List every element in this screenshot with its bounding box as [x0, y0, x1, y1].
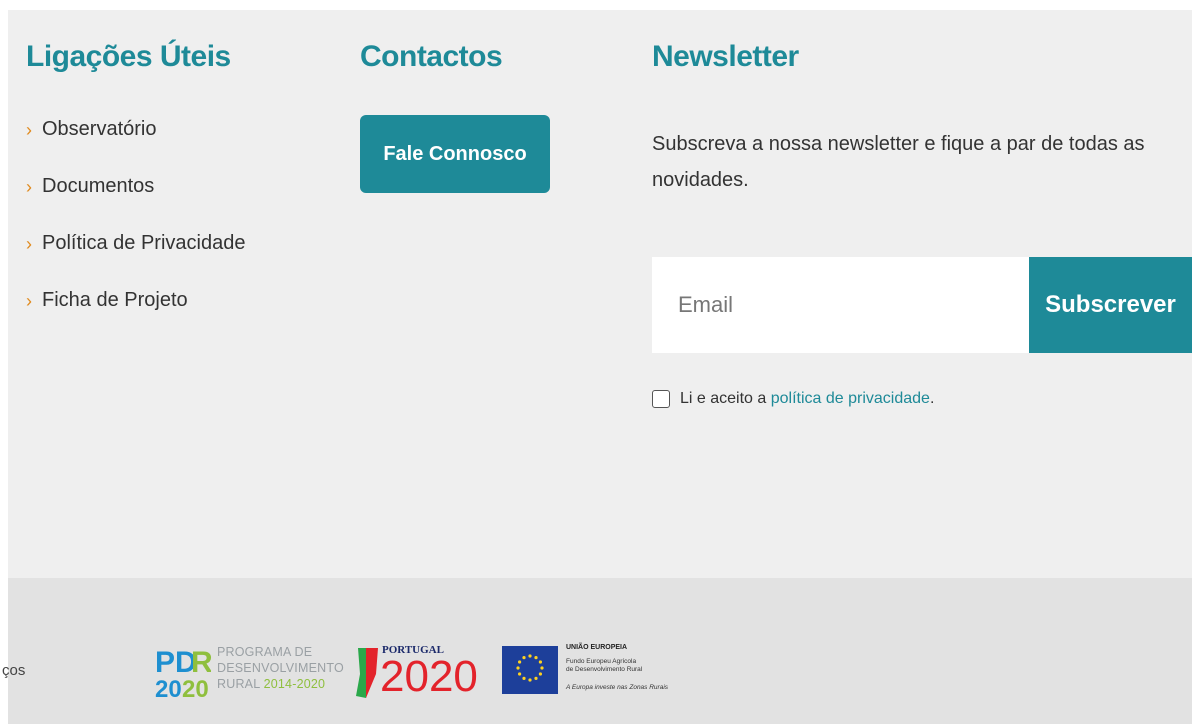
chevron-right-icon: ›: [26, 234, 32, 254]
eu-logo: UNIÃO EUROPEIA Fundo Europeu Agrícola de…: [502, 644, 692, 702]
chevron-right-icon: ›: [26, 120, 32, 140]
pdr-line3: RURAL 2014-2020: [217, 676, 344, 692]
svg-text:20: 20: [155, 676, 182, 702]
useful-links-title: Ligações Úteis: [26, 40, 231, 73]
chevron-right-icon: ›: [26, 177, 32, 197]
privacy-consent-checkbox[interactable]: [652, 390, 670, 408]
newsletter-title: Newsletter: [652, 40, 799, 73]
pdr-rural: RURAL: [217, 677, 264, 691]
link-politica-privacidade[interactable]: Política de Privacidade: [42, 232, 245, 255]
pdr-years: 2014-2020: [263, 677, 326, 691]
pdr2020-mark-icon: PD R 20 20: [155, 646, 211, 702]
svg-text:R: R: [191, 646, 211, 679]
portugal-flag-icon: [356, 648, 378, 698]
link-observatorio[interactable]: Observatório: [42, 118, 157, 141]
eu-flag-icon: [502, 646, 558, 694]
newsletter-description: Subscreva a nossa newsletter e fique a p…: [652, 133, 1145, 191]
contacts-title: Contactos: [360, 40, 503, 73]
link-documentos[interactable]: Documentos: [42, 175, 154, 198]
link-ficha-projeto[interactable]: Ficha de Projeto: [42, 289, 188, 312]
privacy-consent: Li e aceito a política de privacidade .: [652, 390, 934, 408]
contact-us-button[interactable]: Fale Connosco: [360, 115, 550, 193]
useful-links-list: › Observatório › Documentos › Política d…: [26, 118, 245, 346]
privacy-policy-link[interactable]: política de privacidade: [771, 390, 930, 408]
email-input[interactable]: [652, 257, 1029, 353]
pdr2020-logo: PD R 20 20 PROGRAMA DE DESENVOLVIMENTO R…: [155, 642, 344, 702]
bottom-partial-text: ços: [2, 662, 26, 679]
list-item: › Política de Privacidade: [26, 232, 245, 289]
portugal-year: 2020: [380, 652, 478, 701]
pdr-line1: PROGRAMA DE: [217, 645, 313, 659]
eu-line1: Fundo Europeu Agrícola: [566, 658, 637, 665]
list-item: › Observatório: [26, 118, 245, 175]
eu-title: UNIÃO EUROPEIA: [566, 644, 628, 651]
pdr-line2: DESENVOLVIMENTO: [217, 661, 344, 675]
subscribe-button[interactable]: Subscrever: [1029, 257, 1192, 353]
svg-text:20: 20: [182, 676, 209, 702]
list-item: › Documentos: [26, 175, 245, 232]
portugal2020-logo: PORTUGAL 2020: [352, 644, 487, 702]
consent-suffix: .: [929, 390, 935, 407]
eu-line3: A Europa investe nas Zonas Rurais: [566, 684, 669, 691]
chevron-right-icon: ›: [26, 291, 32, 311]
eu-line2: de Desenvolvimento Rural: [566, 666, 643, 673]
consent-text: Li e aceito a: [680, 390, 771, 407]
list-item: › Ficha de Projeto: [26, 289, 245, 346]
